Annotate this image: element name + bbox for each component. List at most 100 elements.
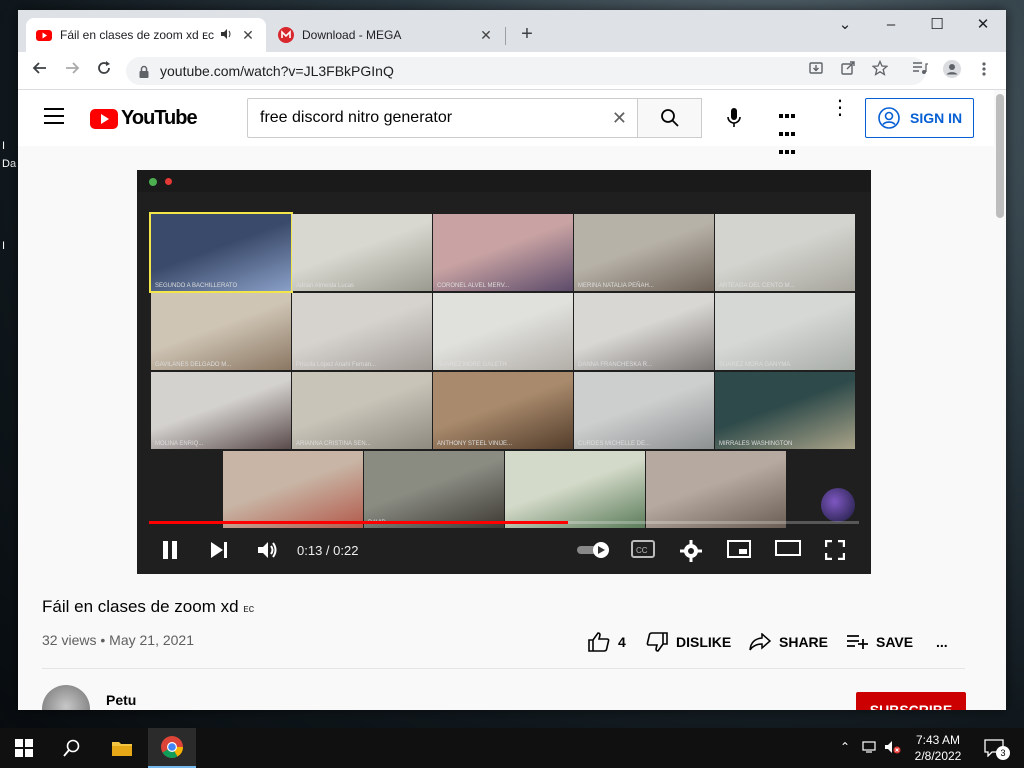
tab-youtube[interactable]: Fáil en clases de zoom xd ᴇᴄ ✕ — [26, 18, 266, 52]
youtube-logo[interactable]: YouTube — [90, 107, 198, 130]
profile-icon[interactable] — [940, 59, 964, 83]
participant-name: ARTEAGA DEL CENTO M... — [719, 283, 795, 289]
participant-name: CURDES MICHELLE DE... — [578, 441, 651, 447]
arrow-right-icon — [66, 62, 80, 74]
participant-name: MOLINA ENRIQ... — [155, 441, 204, 447]
video-meta: 32 views • May 21, 2021 — [42, 632, 194, 648]
share-icon[interactable] — [836, 59, 860, 83]
participant-tile: MIRRALES WASHINGTON — [715, 372, 855, 449]
folder-icon — [112, 742, 132, 756]
volume-muted-icon[interactable] — [884, 740, 902, 757]
dislike-button[interactable]: DISLIKE — [646, 630, 731, 654]
time-display: 0:13 / 0:22 — [297, 543, 359, 558]
search-query: free discord nitro generator — [260, 109, 453, 126]
desktop-icon-label[interactable]: Da — [2, 158, 16, 170]
participant-name: CORONEL ALVEL MERV... — [437, 283, 510, 289]
participant-name: SUAREZ MORE GALETH — [437, 362, 507, 368]
next-button[interactable] — [209, 540, 235, 562]
participant-tile: Priscila López Anahí Fernán... — [292, 293, 432, 370]
youtube-icon — [36, 30, 52, 41]
participant-name: ARIANNA CRISTINA SEN... — [296, 441, 371, 447]
video-player[interactable]: SEGUNDO A BACHILLERATO Adrián Almeida Luc… — [137, 170, 871, 574]
miniplayer-button[interactable] — [727, 540, 753, 562]
video-title-text: Fáil en clases de zoom xd — [42, 597, 239, 616]
desktop-icon-label[interactable]: I — [2, 140, 5, 152]
volume-icon — [258, 542, 277, 558]
recording-icon — [165, 178, 172, 185]
fullscreen-button[interactable] — [824, 539, 851, 562]
save-button[interactable]: SAVE — [846, 630, 913, 654]
new-tab-button[interactable]: + — [516, 23, 538, 45]
youtube-play-icon — [90, 108, 118, 129]
apps-grid-icon[interactable] — [778, 106, 800, 154]
bookmark-star-icon[interactable] — [868, 59, 892, 83]
maximize-button[interactable]: ☐ — [914, 10, 960, 42]
dislike-label: DISLIKE — [676, 634, 732, 650]
search-button[interactable] — [638, 98, 702, 138]
miniplayer-icon — [727, 540, 751, 558]
reload-icon — [98, 61, 110, 74]
tab-mega[interactable]: Download - MEGA ✕ — [268, 18, 504, 52]
tab-search-button[interactable]: ⌄ — [822, 10, 868, 42]
chevron-up-icon[interactable]: ⌃ — [840, 740, 850, 754]
lock-icon — [139, 65, 149, 78]
file-explorer-button[interactable] — [98, 728, 146, 768]
participant-tile: Adrián Almeida Lucas — [292, 214, 432, 291]
channel-name[interactable]: Petu — [106, 692, 136, 708]
youtube-header: YouTube free discord nitro generator ✕ ⋮… — [18, 90, 994, 154]
share-arrow-icon — [749, 633, 771, 651]
close-window-button[interactable]: ✕ — [960, 10, 1006, 42]
skip-next-icon — [211, 542, 227, 558]
page-scrollbar[interactable] — [996, 94, 1004, 218]
network-icon[interactable] — [862, 740, 878, 757]
taskbar-search-button[interactable] — [48, 728, 96, 768]
back-button[interactable] — [28, 59, 52, 83]
search-input[interactable]: free discord nitro generator ✕ — [247, 98, 638, 138]
more-actions-label: ... — [936, 634, 948, 650]
close-icon[interactable]: ✕ — [478, 27, 494, 44]
like-button[interactable]: 4 — [588, 630, 626, 654]
participant-tile: DANNA FRANCHESKA R... — [574, 293, 714, 370]
progress-fill — [149, 521, 568, 524]
minimize-button[interactable]: – — [868, 10, 914, 42]
install-app-icon[interactable] — [804, 59, 828, 83]
participant-name: GAVILANES DELGADO M... — [155, 362, 232, 368]
autoplay-toggle[interactable] — [577, 540, 609, 562]
voice-search-button[interactable] — [718, 102, 750, 134]
playlist-add-icon — [847, 635, 868, 649]
speaker-icon[interactable] — [220, 28, 234, 43]
menu-icon[interactable] — [44, 108, 64, 124]
start-button[interactable] — [0, 728, 48, 768]
share-button[interactable]: SHARE — [749, 630, 828, 654]
media-control-icon[interactable] — [908, 59, 932, 83]
close-icon[interactable]: ✕ — [240, 27, 256, 44]
clear-search-icon[interactable]: ✕ — [612, 108, 627, 129]
channel-avatar[interactable] — [42, 685, 90, 710]
more-actions-button[interactable]: ... — [936, 630, 948, 654]
participant-tile: ANTHONY STEEL VINIJE... — [433, 372, 573, 449]
chrome-menu-icon[interactable] — [972, 59, 996, 83]
forward-button[interactable] — [60, 59, 84, 83]
thumbs-down-icon — [646, 632, 668, 652]
subscribe-button[interactable]: SUBSCRIBE — [856, 692, 966, 710]
notifications-button[interactable]: 3 — [974, 728, 1014, 768]
desktop-icon-label[interactable]: I — [2, 240, 5, 252]
theater-mode-button[interactable] — [775, 540, 801, 562]
reload-button[interactable] — [92, 59, 116, 83]
volume-button[interactable] — [257, 540, 283, 562]
system-clock[interactable]: 7:43 AM 2/8/2022 — [908, 732, 968, 764]
arrow-left-icon — [32, 62, 46, 74]
chrome-taskbar-button[interactable] — [148, 728, 196, 768]
video-progress-bar[interactable] — [149, 521, 859, 524]
channel-watermark[interactable] — [821, 488, 855, 522]
settings-button[interactable] — [680, 540, 706, 562]
participant-tile: CORONEL ALVEL MERV... — [433, 214, 573, 291]
sign-in-button[interactable]: SIGN IN — [865, 98, 974, 138]
participant-tile — [646, 451, 786, 528]
pause-button[interactable] — [161, 540, 187, 562]
participant-name: ANTHONY STEEL VINIJE... — [437, 441, 513, 447]
more-options-icon[interactable]: ⋮ — [830, 98, 850, 130]
captions-button[interactable]: CC — [631, 540, 657, 562]
participant-tile: SUAREZ MORE GALETH — [433, 293, 573, 370]
youtube-logo-text: YouTube — [121, 107, 198, 129]
